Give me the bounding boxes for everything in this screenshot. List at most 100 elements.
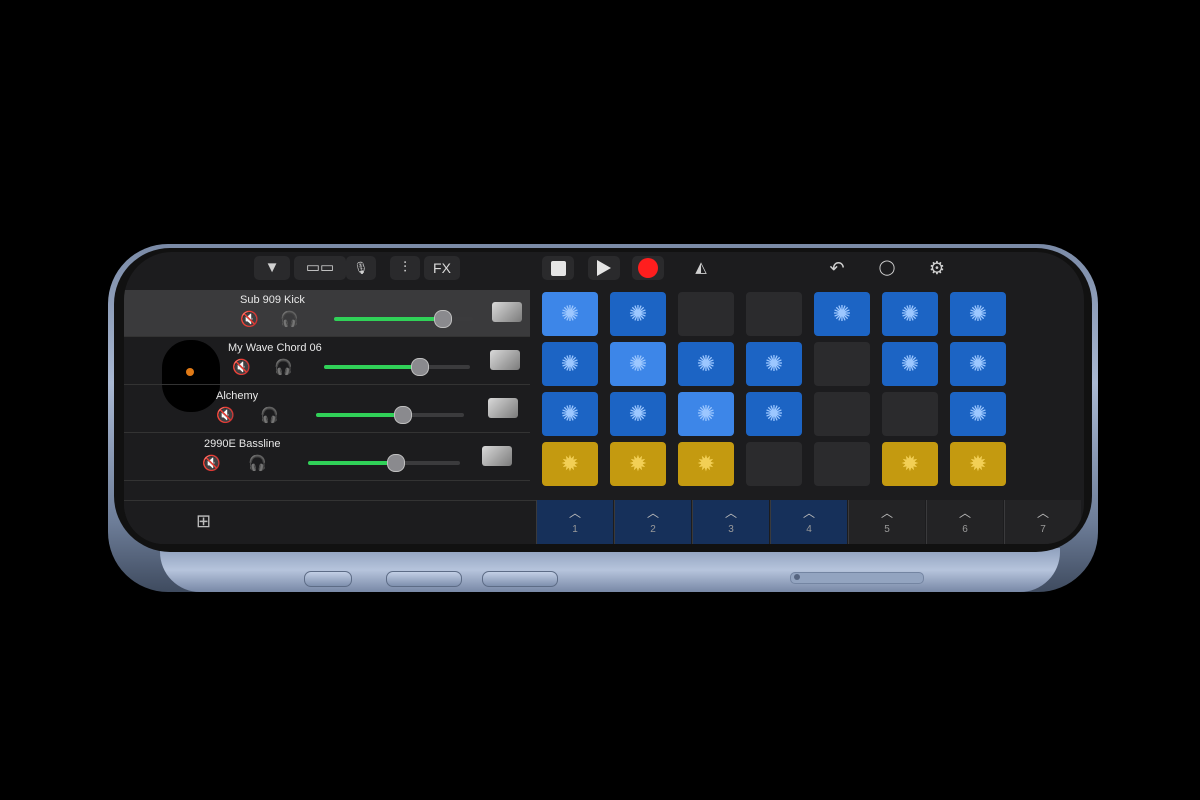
track-header[interactable]: My Wave Chord 06 🔇 🎧: [124, 338, 530, 385]
loop-cell[interactable]: ✺: [950, 292, 1006, 336]
scene-trigger-5[interactable]: ︿ 5: [848, 500, 925, 544]
loop-cell[interactable]: [814, 442, 870, 486]
headphones-icon[interactable]: 🎧: [248, 454, 267, 472]
loop-cell[interactable]: [678, 292, 734, 336]
loop-cell[interactable]: [814, 342, 870, 386]
microphone-button[interactable]: 🎙: [346, 256, 376, 280]
loop-waveform-icon: ✹: [900, 451, 920, 476]
loop-cell[interactable]: ✺: [882, 292, 938, 336]
loop-cell[interactable]: ✺: [542, 392, 598, 436]
scene-trigger-3[interactable]: ︿ 3: [692, 500, 769, 544]
undo-button[interactable]: ↶: [822, 256, 852, 280]
loop-cell[interactable]: ✹: [882, 442, 938, 486]
volume-slider[interactable]: [316, 406, 464, 424]
loop-cell[interactable]: ✺: [678, 342, 734, 386]
record-button[interactable]: [632, 256, 664, 280]
scene-trigger-2[interactable]: ︿ 2: [614, 500, 691, 544]
loop-cell[interactable]: ✺: [610, 342, 666, 386]
phone-side: [160, 548, 1060, 592]
play-button[interactable]: [588, 256, 620, 280]
loop-cell[interactable]: ✺: [746, 392, 802, 436]
track-name: Alchemy: [216, 390, 259, 402]
settings-button[interactable]: ⚙: [922, 256, 952, 280]
loop-button[interactable]: ◯: [872, 256, 902, 280]
volume-slider[interactable]: [324, 358, 470, 376]
track-header[interactable]: 2990E Bassline 🔇 🎧: [124, 434, 530, 481]
scene-trigger-row: ︿ 1 ︿ 2 ︿ 3 ︿ 4 ︿ 5 ︿ 6 ︿ 7: [536, 500, 1084, 544]
mute-icon[interactable]: 🔇: [202, 454, 221, 472]
chevron-up-icon: ︿: [1036, 506, 1049, 520]
loop-cell[interactable]: [746, 442, 802, 486]
loop-cell[interactable]: ✺: [678, 392, 734, 436]
loop-waveform-icon: ✺: [968, 301, 988, 326]
record-icon: [638, 258, 658, 278]
loop-waveform-icon: ✺: [696, 401, 716, 426]
loop-cell[interactable]: ✹: [542, 442, 598, 486]
loop-cell[interactable]: ✹: [678, 442, 734, 486]
loop-cell[interactable]: ✺: [610, 392, 666, 436]
turntable-icon[interactable]: [490, 350, 520, 370]
scene-number: 7: [1040, 524, 1046, 535]
headphones-icon[interactable]: 🎧: [260, 406, 279, 424]
bass-synth-icon[interactable]: [482, 446, 512, 466]
loop-cell[interactable]: ✹: [610, 442, 666, 486]
loop-cell[interactable]: [882, 392, 938, 436]
drum-machine-icon[interactable]: [492, 302, 522, 322]
loop-waveform-icon: ✺: [764, 351, 784, 376]
chevron-up-icon: ︿: [646, 506, 659, 520]
volume-knob[interactable]: [410, 358, 429, 376]
volume-knob[interactable]: [393, 406, 412, 424]
scene-number: 3: [728, 524, 734, 535]
scene-trigger-1[interactable]: ︿ 1: [536, 500, 613, 544]
edit-grid-icon[interactable]: ⊞: [196, 511, 211, 532]
loop-waveform-icon: ✹: [968, 451, 988, 476]
loop-waveform-icon: ✺: [764, 401, 784, 426]
loop-cell[interactable]: [814, 392, 870, 436]
loop-cell[interactable]: ✺: [814, 292, 870, 336]
browser-dropdown-button[interactable]: ▼: [254, 256, 290, 280]
loop-waveform-icon: ✹: [628, 451, 648, 476]
gear-icon: ⚙: [928, 258, 946, 278]
volume-fill: [324, 365, 419, 369]
loop-waveform-icon: ✺: [628, 401, 648, 426]
loop-cell[interactable]: ✺: [950, 342, 1006, 386]
loop-waveform-icon: ✺: [560, 301, 580, 326]
track-header[interactable]: Alchemy 🔇 🎧: [124, 386, 530, 433]
mixer-button[interactable]: ⫶: [390, 256, 420, 280]
track-header[interactable]: Sub 909 Kick 🔇 🎧: [124, 290, 530, 337]
volume-knob[interactable]: [386, 454, 405, 472]
sim-tray: [790, 572, 924, 584]
metronome-button[interactable]: ◭: [686, 256, 716, 280]
stop-button[interactable]: [542, 256, 574, 280]
volume-slider[interactable]: [308, 454, 460, 472]
volume-knob[interactable]: [433, 310, 452, 328]
headphones-icon[interactable]: 🎧: [274, 358, 293, 376]
scene-trigger-6[interactable]: ︿ 6: [926, 500, 1003, 544]
undo-icon: ↶: [829, 258, 845, 278]
scene-trigger-4[interactable]: ︿ 4: [770, 500, 847, 544]
loop-cell[interactable]: ✺: [610, 292, 666, 336]
chevron-up-icon: ︿: [802, 506, 815, 520]
metronome-icon: ◭: [695, 259, 707, 276]
loop-waveform-icon: ✺: [900, 351, 920, 376]
volume-slider[interactable]: [334, 310, 474, 328]
loop-waveform-icon: ✺: [628, 301, 648, 326]
loop-cell[interactable]: ✹: [950, 442, 1006, 486]
loop-cell[interactable]: ✺: [950, 392, 1006, 436]
scene-trigger-7[interactable]: ︿ 7: [1004, 500, 1081, 544]
loop-waveform-icon: ✺: [832, 301, 852, 326]
loop-cell[interactable]: ✺: [542, 292, 598, 336]
track-name: My Wave Chord 06: [228, 342, 322, 354]
view-toggle-button[interactable]: ▭▭: [294, 256, 346, 280]
mute-icon[interactable]: 🔇: [232, 358, 251, 376]
synth-icon[interactable]: [488, 398, 518, 418]
loop-cell[interactable]: [746, 292, 802, 336]
loop-cell[interactable]: ✺: [542, 342, 598, 386]
loop-waveform-icon: ✺: [900, 301, 920, 326]
loop-cell[interactable]: ✺: [882, 342, 938, 386]
headphones-icon[interactable]: 🎧: [280, 310, 299, 328]
fx-button[interactable]: FX: [424, 256, 460, 280]
loop-cell[interactable]: ✺: [746, 342, 802, 386]
mute-icon[interactable]: 🔇: [240, 310, 259, 328]
mute-icon[interactable]: 🔇: [216, 406, 235, 424]
